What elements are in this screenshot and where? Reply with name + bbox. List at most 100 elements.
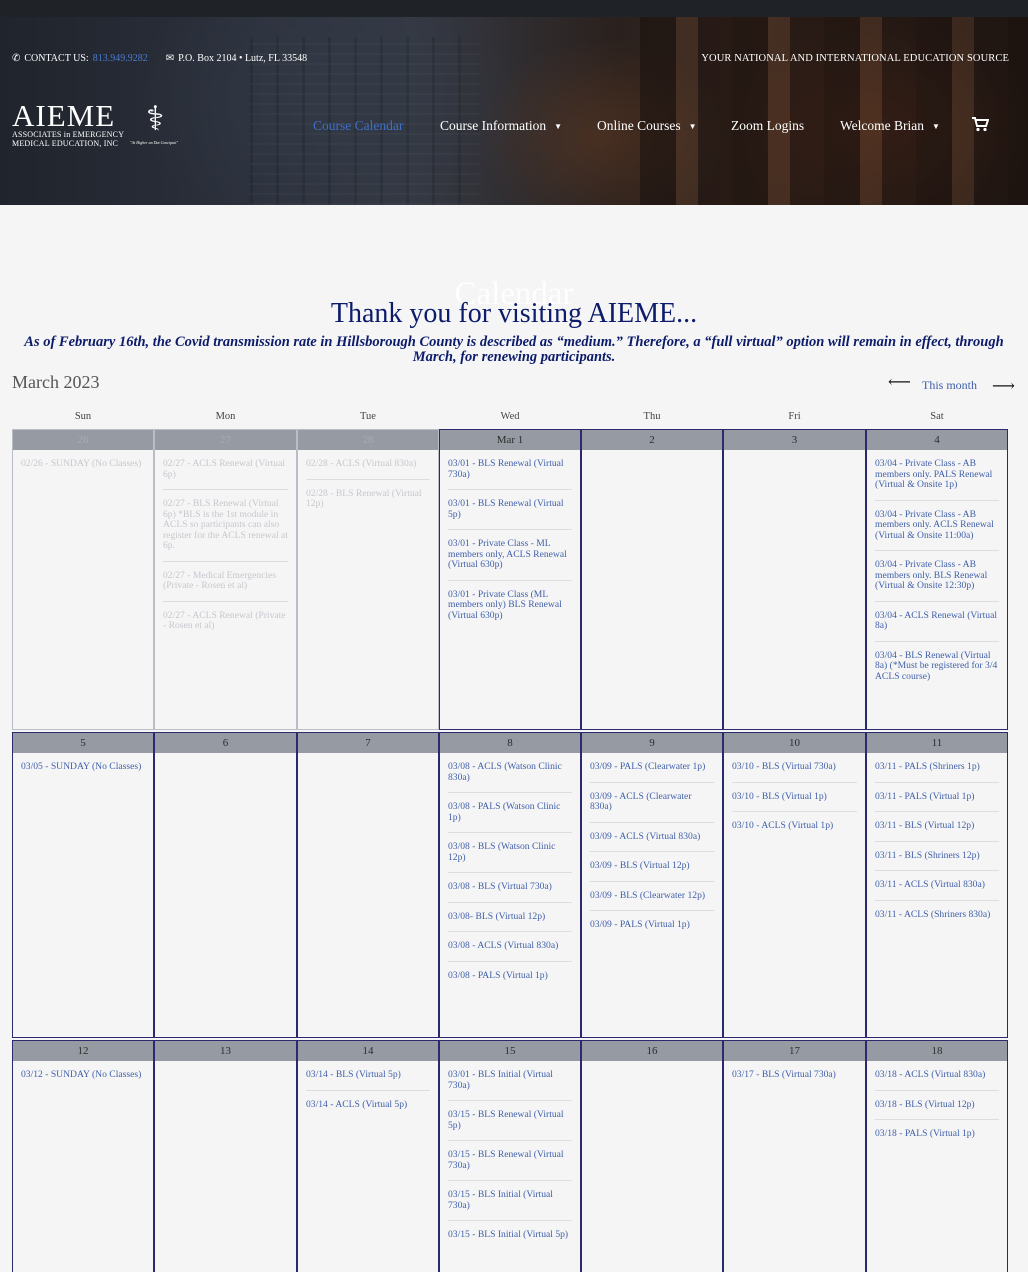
thanks-heading: Thank you for visiting AIEME... xyxy=(330,298,698,329)
calendar-event-link[interactable]: 03/10 - BLS (Virtual 1p) xyxy=(732,783,857,812)
calendar-event-link[interactable]: 03/08 - BLS (Watson Clinic 12p) xyxy=(448,833,572,873)
day-number: 5 xyxy=(13,733,153,753)
calendar-event-link[interactable]: 03/10 - BLS (Virtual 730a) xyxy=(732,753,857,783)
calendar-event-link[interactable]: 03/11 - BLS (Virtual 12p) xyxy=(875,812,999,842)
calendar-event-link[interactable]: 03/08- BLS (Virtual 12p) xyxy=(448,903,572,932)
calendar-event-link[interactable]: 03/08 - ACLS (Watson Clinic 830a) xyxy=(448,753,572,793)
nav-label: Welcome Brian xyxy=(840,118,925,133)
calendar-event-link[interactable]: 03/11 - PALS (Shriners 1p) xyxy=(875,753,999,783)
calendar-day-cell: 18 03/18 - ACLS (Virtual 830a) 03/18 - BLS… xyxy=(866,1040,1008,1272)
day-number: 8 xyxy=(440,733,580,753)
calendar-event-link[interactable]: 03/09 - BLS (Virtual 12p) xyxy=(590,852,714,882)
day-number: 18 xyxy=(867,1041,1007,1061)
day-number: 13 xyxy=(155,1041,296,1061)
calendar-event-link[interactable]: 03/09 - BLS (Clearwater 12p) xyxy=(590,882,714,911)
calendar-event-link[interactable]: 03/17 - BLS (Virtual 730a) xyxy=(732,1061,857,1090)
day-number: 12 xyxy=(13,1041,153,1061)
calendar-day-cell: 4 03/04 - Private Class - AB members only… xyxy=(866,429,1008,730)
calendar-event-link[interactable]: 03/04 - Private Class - AB members only.… xyxy=(875,551,999,602)
calendar-event-link[interactable]: 03/18 - BLS (Virtual 12p) xyxy=(875,1091,999,1120)
calendar-event-link[interactable]: 03/01 - Private Class (ML members only) … xyxy=(448,581,572,631)
calendar-event-link[interactable]: 03/15 - BLS Renewal (Virtual 5p) xyxy=(448,1101,572,1141)
calendar-day-cell: 17 03/17 - BLS (Virtual 730a) xyxy=(723,1040,866,1272)
calendar-event-link[interactable]: 03/14 - ACLS (Virtual 5p) xyxy=(306,1091,430,1120)
day-of-week-header: Mon xyxy=(215,411,236,422)
calendar-event-link[interactable]: 03/01 - BLS Renewal (Virtual 5p) xyxy=(448,490,572,530)
calendar-event-link[interactable]: 02/27 - ACLS Renewal (Virtual 6p) xyxy=(163,450,288,490)
day-number: 3 xyxy=(724,430,865,450)
calendar-event-link[interactable]: 03/15 - BLS Renewal (Virtual 730a) xyxy=(448,1141,572,1181)
calendar-event-link[interactable]: 03/01 - Private Class - ML members only,… xyxy=(448,530,572,581)
calendar-event-link[interactable]: 02/28 - ACLS (Virtual 830a) xyxy=(306,450,430,480)
calendar-event-link[interactable]: 03/09 - PALS (Virtual 1p) xyxy=(590,911,714,940)
calendar-event-link[interactable]: 02/27 - BLS Renewal (Virtual 6p) *BLS is… xyxy=(163,490,288,562)
next-month-arrow-icon[interactable]: ⟶ xyxy=(992,376,1015,396)
day-number: 11 xyxy=(867,733,1007,753)
calendar-event-link[interactable]: 03/04 - Private Class - AB members only.… xyxy=(875,501,999,551)
calendar-event-link[interactable]: 03/11 - ACLS (Shriners 830a) xyxy=(875,901,999,930)
nav-label: Online Courses xyxy=(597,118,681,133)
this-month-link[interactable]: This month xyxy=(922,378,977,393)
calendar-event-link[interactable]: 03/15 - BLS Initial (Virtual 5p) xyxy=(448,1221,572,1250)
calendar-event-link[interactable]: 03/09 - ACLS (Virtual 830a) xyxy=(590,823,714,852)
prev-month-arrow-icon[interactable]: ⟵ xyxy=(888,372,911,392)
nav-welcome-user[interactable]: Welcome Brian ▼ xyxy=(840,118,940,134)
aieme-logo[interactable]: AIEME ASSOCIATES in EMERGENCY MEDICAL ED… xyxy=(12,100,182,150)
day-number: 10 xyxy=(724,733,865,753)
nav-course-information[interactable]: Course Information ▼ xyxy=(440,118,562,134)
calendar-day-cell: 2 xyxy=(581,429,723,730)
calendar-event-link[interactable]: 03/08 - PALS (Watson Clinic 1p) xyxy=(448,793,572,833)
calendar-day-cell: 3 xyxy=(723,429,866,730)
calendar-day-cell: 13 xyxy=(154,1040,297,1272)
calendar-event-link[interactable]: 03/09 - ACLS (Clearwater 830a) xyxy=(590,783,714,823)
calendar-event-link[interactable]: 03/04 - ACLS Renewal (Virtual 8a) xyxy=(875,602,999,642)
day-of-week-header: Sun xyxy=(74,411,92,422)
calendar-day-cell: 5 03/05 - SUNDAY (No Classes) xyxy=(12,732,154,1038)
calendar-event-link[interactable]: 02/28 - BLS Renewal (Virtual 12p) xyxy=(306,480,430,519)
covid-notice: As of February 16th, the Covid transmiss… xyxy=(24,334,1004,365)
calendar-event-link[interactable]: 02/27 - Medical Emergencies (Private - R… xyxy=(163,562,288,602)
phone-icon: ✆ xyxy=(12,53,21,64)
nav-course-calendar[interactable]: Course Calendar xyxy=(313,118,403,134)
day-of-week-header: Sat xyxy=(930,411,944,422)
calendar-day-cell: 6 xyxy=(154,732,297,1038)
nav-online-courses[interactable]: Online Courses ▼ xyxy=(597,118,697,134)
calendar-event-link[interactable]: 03/01 - BLS Renewal (Virtual 730a) xyxy=(448,450,572,490)
calendar-event-link[interactable]: 03/11 - BLS (Shriners 12p) xyxy=(875,842,999,871)
calendar-event-link[interactable]: 03/08 - ACLS (Virtual 830a) xyxy=(448,932,572,962)
calendar-event-link[interactable]: 03/11 - ACLS (Virtual 830a) xyxy=(875,871,999,901)
day-number: 15 xyxy=(440,1041,580,1061)
calendar-event-link[interactable]: 03/14 - BLS (Virtual 5p) xyxy=(306,1061,430,1091)
day-number: 7 xyxy=(298,733,438,753)
calendar-event-link[interactable]: 02/26 - SUNDAY (No Classes) xyxy=(21,450,145,479)
calendar-event-link[interactable]: 03/05 - SUNDAY (No Classes) xyxy=(21,753,145,782)
calendar-event-link[interactable]: 02/27 - ACLS Renewal (Private - Rosen et… xyxy=(163,602,288,641)
day-number: 6 xyxy=(155,733,296,753)
calendar-event-link[interactable]: 03/10 - ACLS (Virtual 1p) xyxy=(732,812,857,841)
calendar-event-link[interactable]: 03/09 - PALS (Clearwater 1p) xyxy=(590,753,714,783)
caret-down-icon: ▼ xyxy=(554,121,563,131)
calendar-event-link[interactable]: 03/11 - PALS (Virtual 1p) xyxy=(875,783,999,812)
mail-icon: ✉ xyxy=(165,53,175,64)
day-number: 26 xyxy=(13,430,153,450)
calendar-event-link[interactable]: 03/04 - BLS Renewal (Virtual 8a) (*Must … xyxy=(875,642,999,692)
phone-link[interactable]: 813.949.9282 xyxy=(93,53,148,64)
calendar-event-link[interactable]: 03/12 - SUNDAY (No Classes) xyxy=(21,1061,145,1090)
calendar-event-link[interactable]: 03/08 - BLS (Virtual 730a) xyxy=(448,873,572,903)
calendar-event-link[interactable]: 03/15 - BLS Initial (Virtual 730a) xyxy=(448,1181,572,1221)
calendar-event-link[interactable]: 03/18 - PALS (Virtual 1p) xyxy=(875,1120,999,1149)
calendar-event-link[interactable]: 03/01 - BLS Initial (Virtual 730a) xyxy=(448,1061,572,1101)
day-number: 17 xyxy=(724,1041,865,1061)
day-number: 9 xyxy=(582,733,722,753)
calendar-event-link[interactable]: 03/18 - ACLS (Virtual 830a) xyxy=(875,1061,999,1091)
calendar-day-cell: 14 03/14 - BLS (Virtual 5p) 03/14 - ACLS (… xyxy=(297,1040,439,1272)
calendar-day-cell: 12 03/12 - SUNDAY (No Classes) xyxy=(12,1040,154,1272)
calendar-event-link[interactable]: 03/08 - PALS (Virtual 1p) xyxy=(448,962,572,991)
nav-zoom-logins[interactable]: Zoom Logins xyxy=(731,118,804,134)
calendar-day-cell: 27 02/27 - ACLS Renewal (Virtual 6p) 02/27… xyxy=(154,429,297,730)
contact-bar: ✆ CONTACT US: 813.949.9282 ✉ P.O. Box 21… xyxy=(12,53,307,64)
calendar-event-link[interactable]: 03/04 - Private Class - AB members only.… xyxy=(875,450,999,501)
cart-icon[interactable] xyxy=(971,116,990,137)
caret-down-icon: ▼ xyxy=(688,121,697,131)
calendar-day-cell: 11 03/11 - PALS (Shriners 1p) 03/11 - PALS… xyxy=(866,732,1008,1038)
